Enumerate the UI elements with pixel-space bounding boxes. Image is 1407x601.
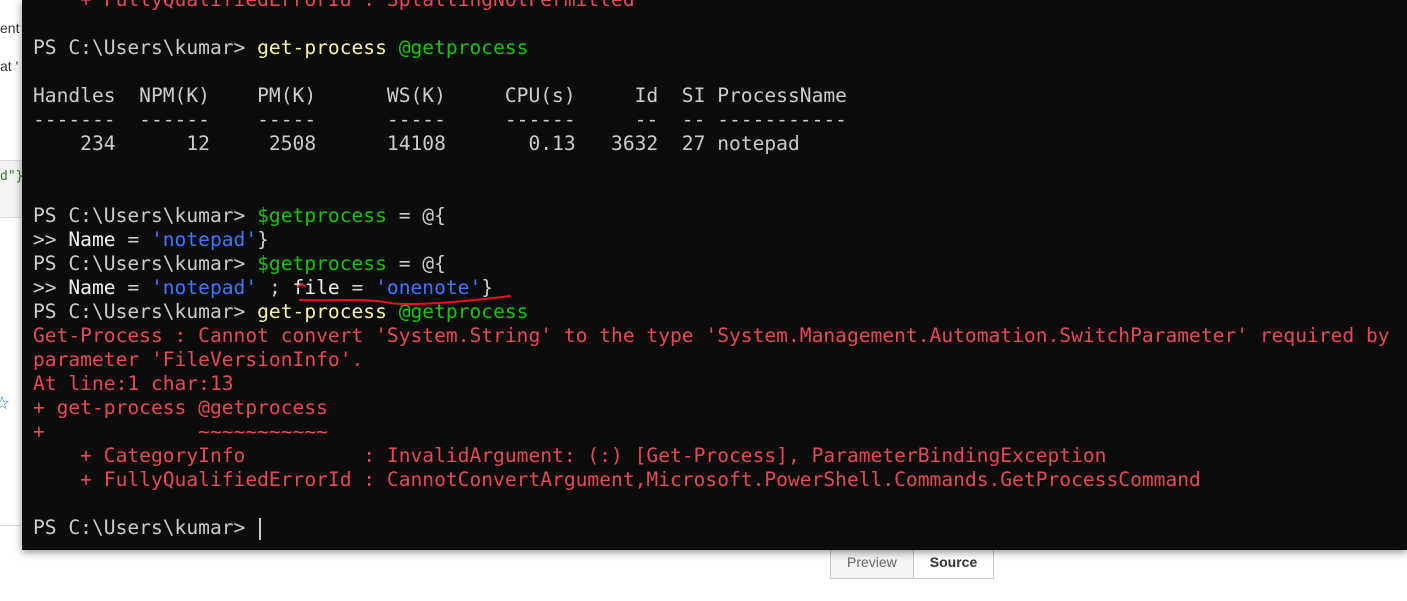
command-line: PS C:\Users\kumar> get-process @getproce… bbox=[33, 36, 529, 59]
command-line: PS C:\Users\kumar> $getprocess = @{ bbox=[33, 252, 446, 275]
table-separator: ------- ------ ----- ----- ------ -- -- … bbox=[33, 108, 847, 131]
error-line: + ~~~~~~~~~~~ bbox=[33, 420, 328, 443]
active-prompt[interactable]: PS C:\Users\kumar> bbox=[33, 516, 1390, 540]
command-name: get-process bbox=[257, 36, 387, 59]
error-line: + FullyQualifiedErrorId : CannotConvertA… bbox=[33, 468, 1201, 491]
string-literal: 'notepad' bbox=[150, 228, 258, 251]
command-line: PS C:\Users\kumar> $getprocess = @{ bbox=[33, 204, 446, 227]
background-text-fragment: at ' bbox=[0, 58, 19, 74]
background-text-fragment: ent bbox=[0, 20, 20, 36]
tab-source[interactable]: Source bbox=[912, 548, 994, 578]
text-cursor bbox=[259, 517, 262, 540]
background-code-fragment: d"} bbox=[0, 169, 24, 184]
command-line: PS C:\Users\kumar> get-process @getproce… bbox=[33, 300, 529, 323]
table-header: Handles NPM(K) PM(K) WS(K) CPU(s) Id SI … bbox=[33, 84, 847, 107]
error-line: At line:1 char:13 bbox=[33, 372, 234, 395]
error-line: parameter 'FileVersionInfo'. bbox=[33, 348, 364, 371]
variable: $getprocess bbox=[257, 204, 387, 227]
preview-source-tabs: Preview Source bbox=[830, 548, 995, 579]
string-literal: 'notepad' bbox=[150, 276, 258, 299]
tab-preview[interactable]: Preview bbox=[831, 548, 913, 578]
command-name: get-process bbox=[257, 300, 387, 323]
star-icon[interactable]: ☆ bbox=[0, 393, 10, 414]
continuation-line: >> Name = 'notepad'} bbox=[33, 228, 269, 251]
error-line: Get-Process : Cannot convert 'System.Str… bbox=[33, 324, 1390, 347]
command-argument: @getprocess bbox=[398, 36, 529, 59]
divider bbox=[0, 525, 24, 526]
command-argument: @getprocess bbox=[398, 300, 529, 323]
continuation-line: >> Name = 'notepad' ; file = 'onenote'} bbox=[33, 276, 494, 299]
background-code-block: d"} bbox=[0, 160, 24, 218]
error-line: + get-process @getprocess bbox=[33, 396, 328, 419]
string-literal: 'onenote' bbox=[375, 276, 482, 299]
error-line: + CategoryInfo : InvalidArgument: (:) [G… bbox=[33, 444, 1107, 467]
table-row: 234 12 2508 14108 0.13 3632 27 notepad bbox=[33, 132, 800, 155]
variable: $getprocess bbox=[257, 252, 387, 275]
powershell-terminal[interactable]: + FullyQualifiedErrorId : SplattingNotPe… bbox=[22, 0, 1407, 550]
error-line: + FullyQualifiedErrorId : SplattingNotPe… bbox=[33, 0, 1390, 12]
terminal-output: + FullyQualifiedErrorId : SplattingNotPe… bbox=[33, 0, 1390, 540]
